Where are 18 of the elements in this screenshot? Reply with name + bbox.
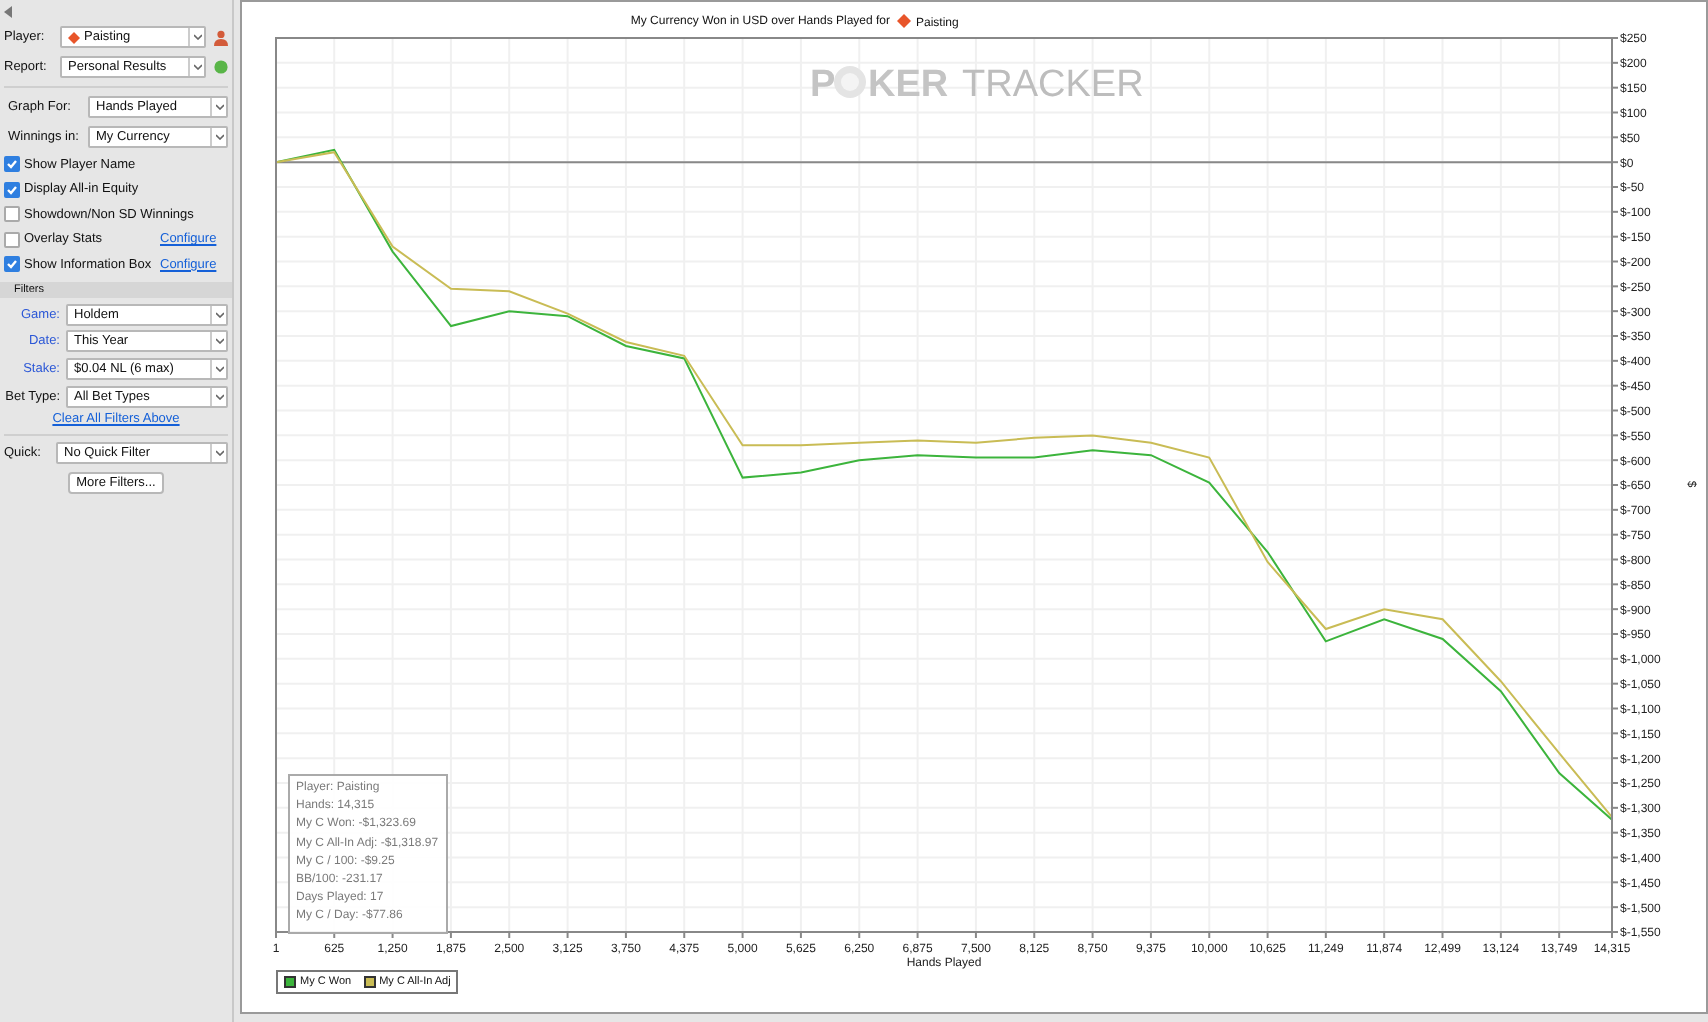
- watermark-text: TRACKER: [962, 64, 1144, 106]
- collapse-arrow-icon[interactable]: [4, 6, 14, 18]
- status-dot-icon[interactable]: [214, 59, 228, 73]
- person-icon[interactable]: [214, 29, 228, 45]
- chevron-down-icon: [215, 133, 223, 139]
- chevron-down-icon: [193, 34, 201, 40]
- chevron-down-icon: [215, 103, 223, 109]
- chevron-down-icon: [215, 393, 223, 400]
- checkmark-icon: [6, 258, 18, 271]
- chevron-down-icon: [215, 311, 223, 317]
- watermark-text: P: [810, 64, 836, 106]
- watermark-text: KER: [868, 64, 949, 106]
- diamond-icon: [897, 14, 911, 28]
- chevron-down-icon: [215, 450, 223, 457]
- chevron-down-icon: [215, 365, 223, 372]
- diamond-icon: [68, 31, 80, 43]
- chevron-down-icon: [215, 338, 223, 345]
- chevron-down-icon: [193, 63, 201, 69]
